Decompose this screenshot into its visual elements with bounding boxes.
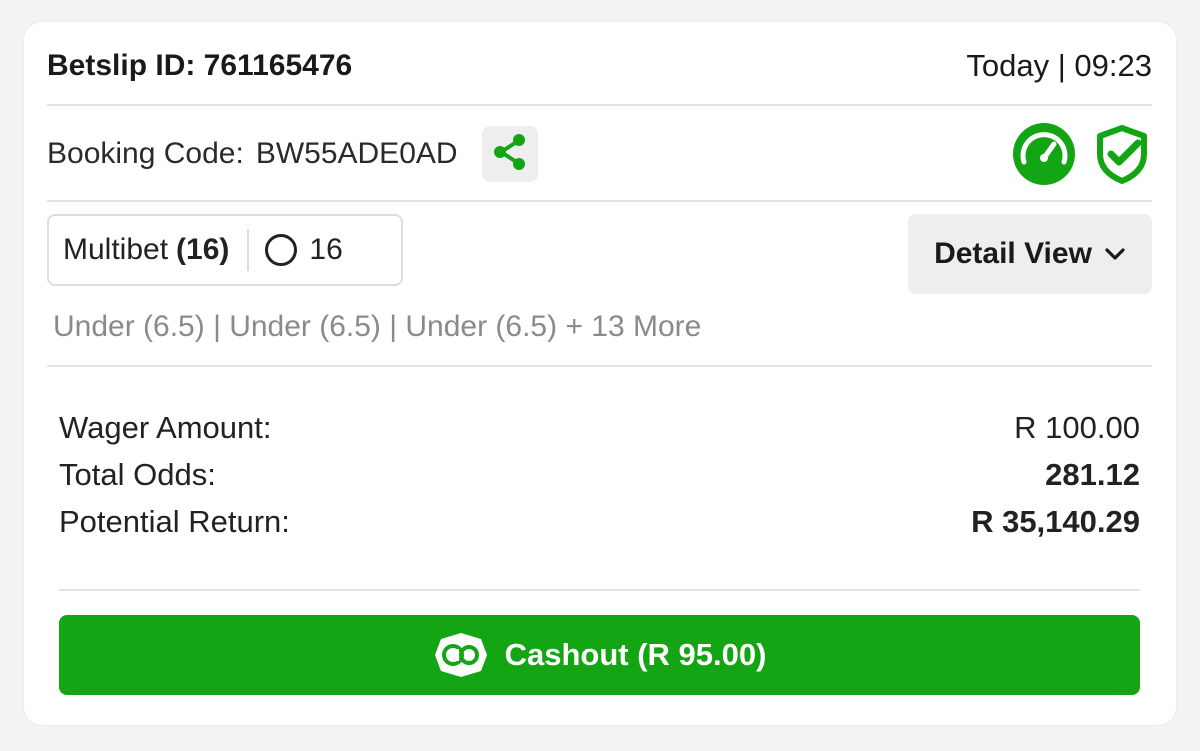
booking-code-value: BW55ADE0AD	[255, 137, 458, 170]
booking-code-label: Booking Code:	[47, 137, 244, 170]
selections-summary[interactable]: Under (6.5) | Under (6.5) | Under (6.5) …	[53, 310, 701, 344]
odds-label: Total Odds:	[59, 456, 216, 492]
shield-check-icon[interactable]	[1092, 124, 1152, 184]
multibet-label: Multibet	[63, 233, 169, 266]
divider	[47, 365, 1152, 367]
return-value: R 35,140.29	[971, 503, 1140, 539]
wager-row: Wager Amount: R 100.00	[59, 404, 1140, 451]
cashout-label: Cashout (R 95.00)	[504, 637, 767, 672]
cashout-button[interactable]: Cashout (R 95.00)	[59, 615, 1140, 695]
odds-value: 281.12	[1045, 456, 1140, 492]
detail-view-button[interactable]: Detail View	[908, 214, 1152, 294]
speedometer-icon[interactable]	[1012, 122, 1076, 186]
divider	[47, 200, 1152, 202]
open-selection-count: 16	[309, 233, 343, 266]
return-label: Potential Return:	[59, 503, 290, 539]
bet-datetime: Today | 09:23	[966, 48, 1152, 83]
wager-value: R 100.00	[1014, 409, 1140, 445]
multibet-summary: Multibet (16) 16	[47, 214, 403, 286]
separator	[247, 229, 250, 271]
wager-label: Wager Amount:	[59, 409, 272, 445]
share-icon	[488, 130, 532, 179]
betslip-card: Betslip ID: 761165476 Today | 09:23 Book…	[24, 22, 1176, 725]
odds-row: Total Odds: 281.12	[59, 451, 1140, 498]
divider	[47, 104, 1152, 106]
multibet-row: Multibet (16) 16 Detail View	[47, 214, 1152, 294]
betslip-header: Betslip ID: 761165476 Today | 09:23	[47, 46, 1152, 86]
booking-row: Booking Code: BW55ADE0AD	[47, 122, 1152, 186]
cashout-icon	[433, 631, 489, 679]
return-row: Potential Return: R 35,140.29	[59, 498, 1140, 545]
open-circle-icon	[265, 234, 298, 266]
status-icons	[1012, 122, 1152, 186]
chevron-down-icon	[1104, 247, 1126, 261]
divider	[59, 589, 1140, 591]
multibet-count: (16)	[176, 233, 230, 266]
bet-summary: Wager Amount: R 100.00 Total Odds: 281.1…	[59, 404, 1140, 545]
betslip-id: Betslip ID: 761165476	[47, 49, 353, 82]
detail-view-label: Detail View	[934, 237, 1092, 270]
share-button[interactable]	[481, 126, 538, 182]
